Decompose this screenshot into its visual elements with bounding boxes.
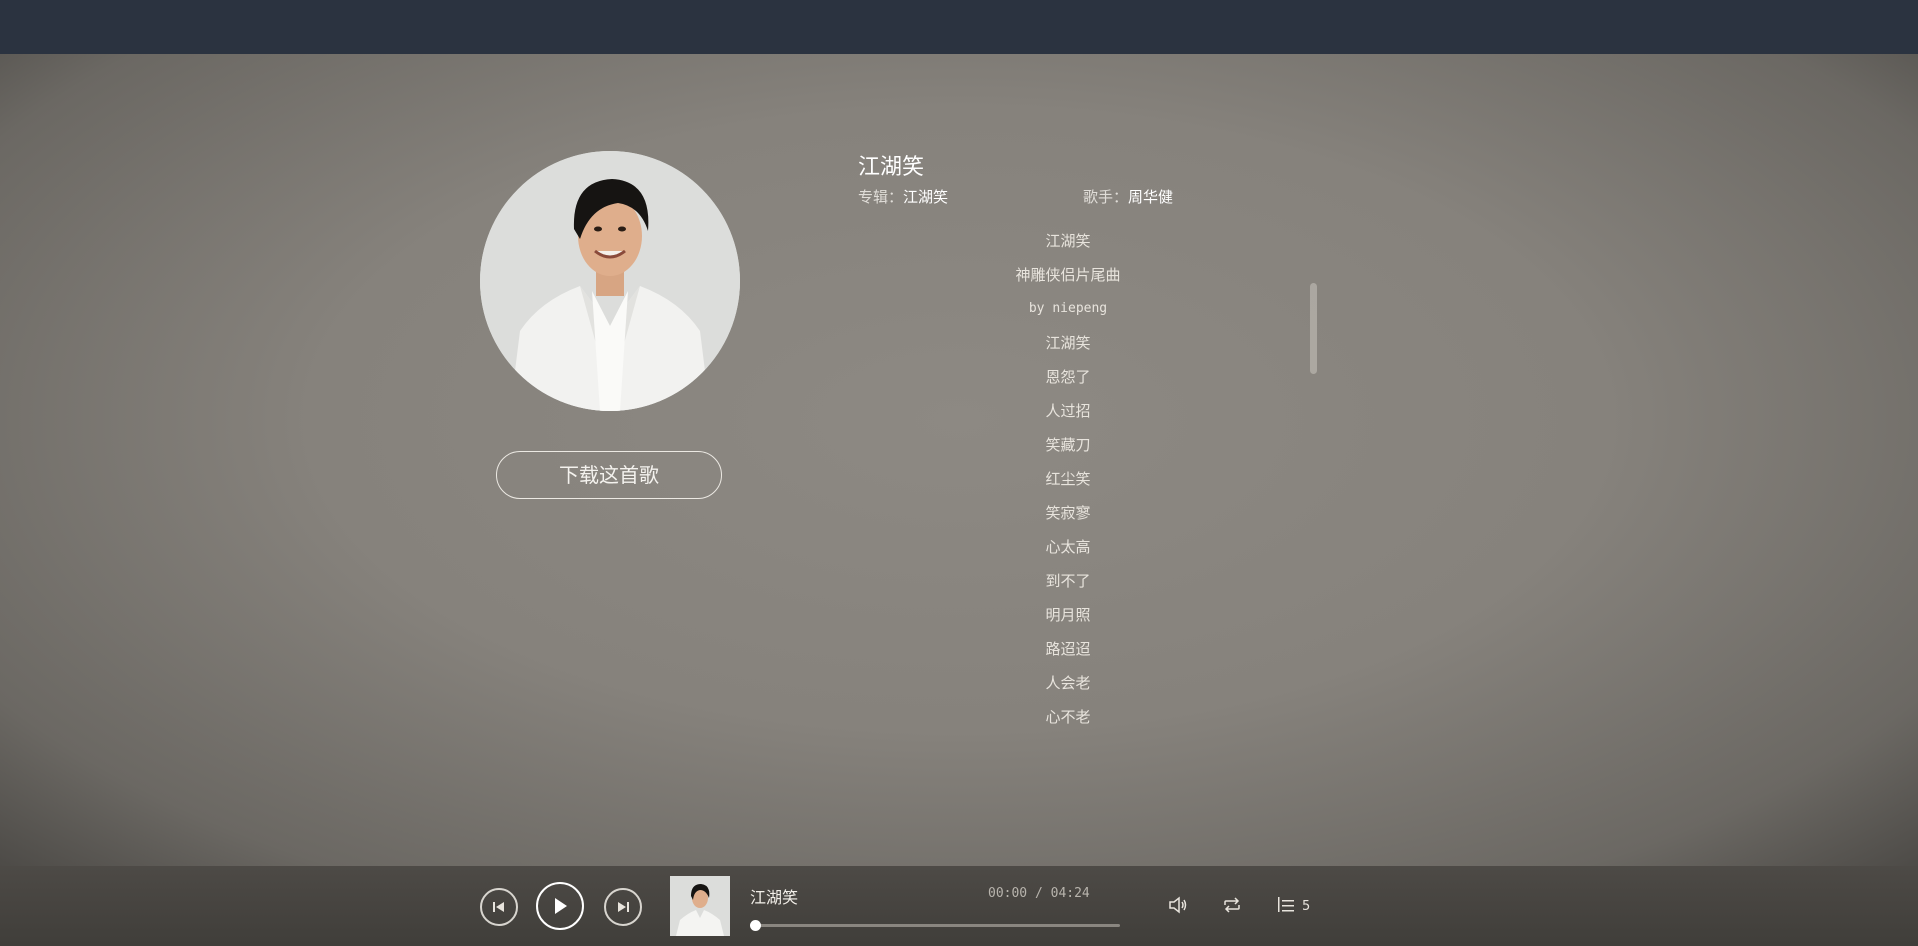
lyric-line: 到不了 [1045, 572, 1091, 590]
previous-button[interactable] [480, 888, 518, 926]
song-title: 江湖笑 [858, 155, 925, 180]
duration: 04:24 [1050, 886, 1090, 901]
thumbnail-image [670, 876, 730, 936]
now-playing-thumbnail[interactable] [670, 876, 730, 936]
album-info: 专辑：江湖笑 [858, 186, 948, 207]
lyric-line: 心太高 [1045, 538, 1091, 556]
playlist-icon [1278, 897, 1294, 912]
lyric-line: 笑寂寥 [1045, 504, 1091, 522]
lyric-line: 神雕侠侣片尾曲 [1015, 266, 1121, 284]
now-playing-title: 江湖笑 [750, 888, 799, 907]
lyric-line: 明月照 [1045, 606, 1091, 624]
singer-portrait-image [480, 151, 740, 411]
lyric-line: 人会老 [1045, 674, 1091, 692]
lyric-line: 红尘笑 [1045, 470, 1091, 488]
loop-mode-button[interactable] [1222, 896, 1242, 918]
loop-icon [1224, 897, 1240, 913]
player-bar: 江湖笑 00:00 / 04:24 5 [0, 866, 1918, 946]
time-separator: / [1034, 886, 1043, 901]
singer-info: 歌手：周华健 [1083, 186, 1173, 207]
lyrics-scrollbar[interactable] [1310, 283, 1317, 374]
lyric-line: 笑藏刀 [1045, 436, 1091, 454]
lyric-line: 人过招 [1045, 402, 1091, 420]
singer-label: 歌手： [1083, 188, 1129, 206]
download-song-button[interactable]: 下载这首歌 [496, 451, 722, 499]
main-area: 下载这首歌 江湖笑 专辑：江湖笑 歌手：周华健 江湖笑 神雕侠侣片尾曲 by n… [0, 54, 1918, 866]
lyric-line: 心不老 [1045, 708, 1091, 726]
lyric-line: by niepeng [1028, 301, 1108, 316]
play-icon [555, 898, 567, 914]
lyric-line: 江湖笑 [1045, 232, 1091, 250]
play-button[interactable] [536, 882, 584, 930]
volume-icon [1169, 896, 1187, 914]
album-name[interactable]: 江湖笑 [903, 188, 948, 206]
playlist-button[interactable] [1277, 896, 1297, 918]
album-label: 专辑： [858, 188, 904, 206]
progress-bar[interactable] [750, 920, 1120, 931]
lyrics-panel[interactable]: 江湖笑 神雕侠侣片尾曲 by niepeng 江湖笑 恩怨了 人过招 笑藏刀 红… [868, 224, 1268, 772]
lyric-line: 江湖笑 [1045, 334, 1091, 352]
playlist-count: 5 [1302, 899, 1311, 914]
volume-button[interactable] [1168, 896, 1188, 918]
next-button[interactable] [604, 888, 642, 926]
time-readout: 00:00 / 04:24 [988, 886, 1090, 901]
lyric-line: 恩怨了 [1045, 368, 1091, 386]
current-time: 00:00 [988, 886, 1028, 901]
lyric-line: 路迢迢 [1045, 640, 1091, 658]
album-cover [480, 151, 740, 411]
progress-handle[interactable] [750, 920, 761, 931]
top-bar [0, 0, 1918, 54]
prev-icon [493, 902, 504, 912]
next-icon [618, 902, 629, 912]
singer-name[interactable]: 周华健 [1128, 188, 1173, 206]
lyrics-list: 江湖笑 神雕侠侣片尾曲 by niepeng 江湖笑 恩怨了 人过招 笑藏刀 红… [868, 224, 1268, 734]
